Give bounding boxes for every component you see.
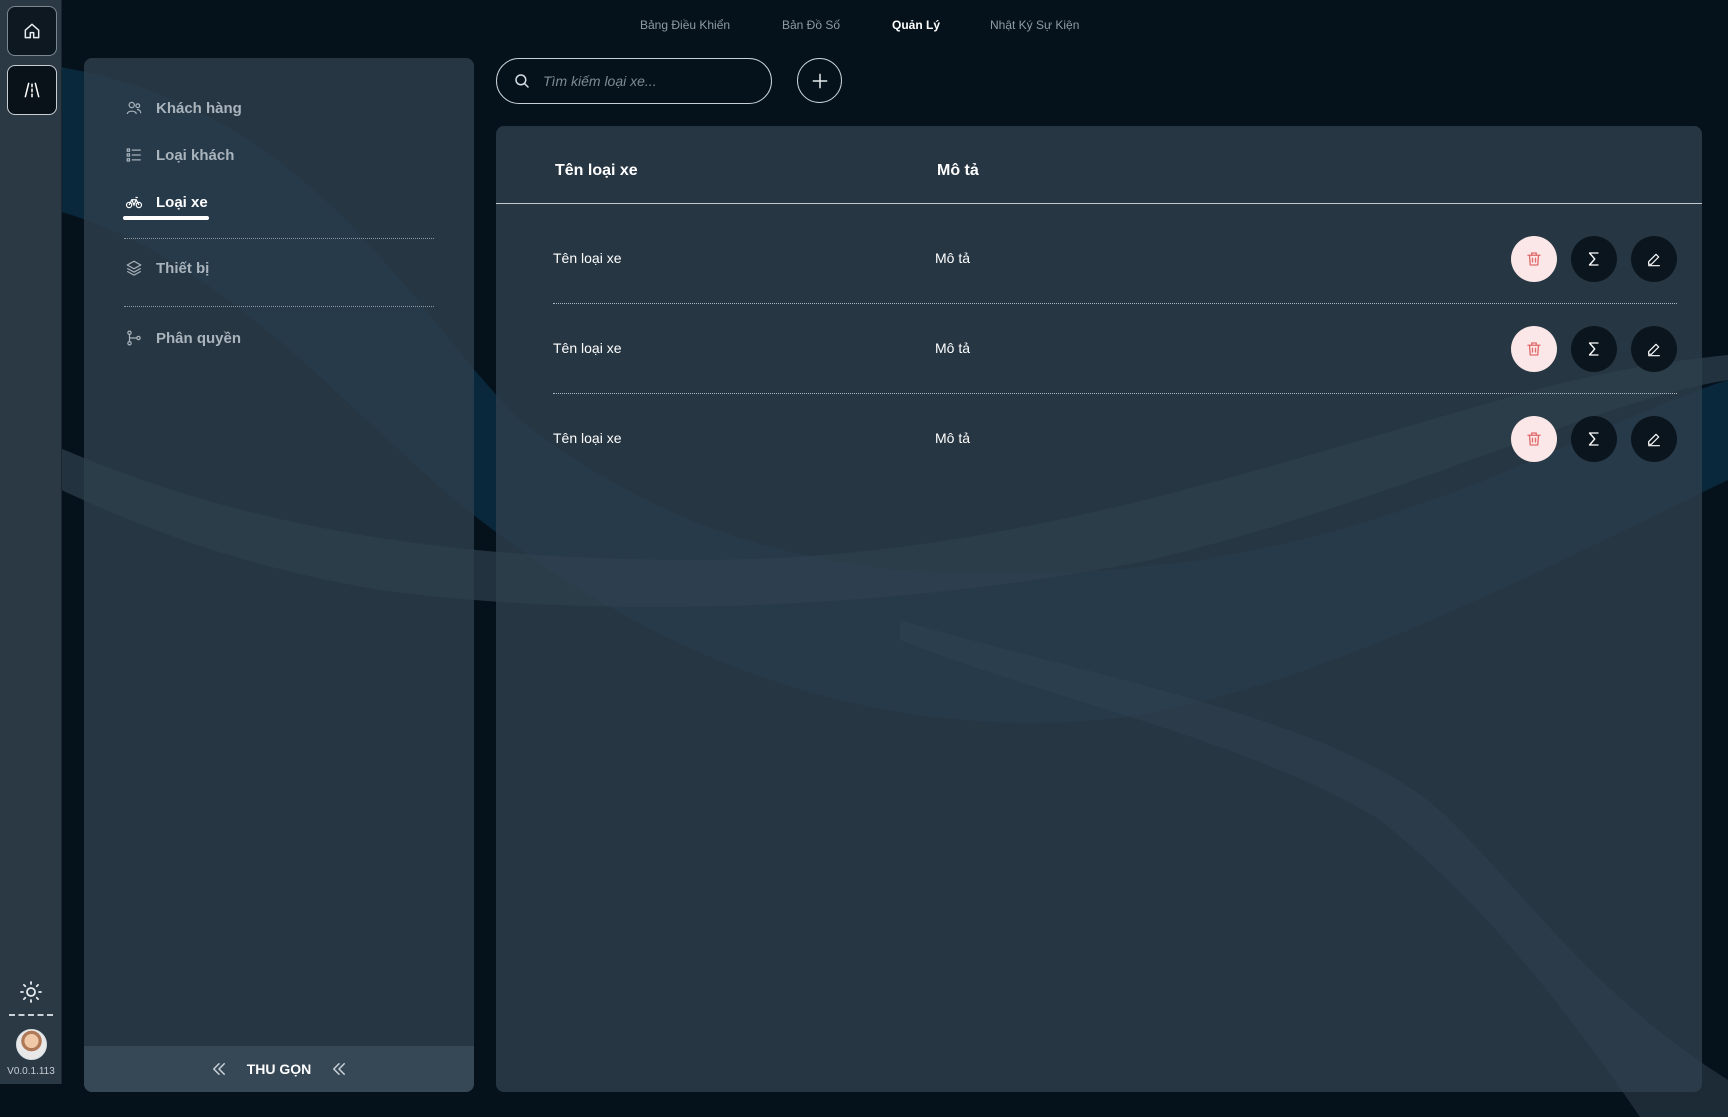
sidebar-item-label: Loại xe (156, 193, 208, 211)
sidebar-divider (124, 306, 434, 307)
summary-button[interactable] (1571, 236, 1617, 282)
layers-icon (124, 258, 144, 278)
sun-icon[interactable] (19, 980, 43, 1004)
search-box (496, 58, 772, 104)
sigma-icon (1588, 432, 1599, 446)
plus-icon (812, 73, 827, 88)
cell-name: Tên loại xe (553, 250, 622, 266)
version-label: V0.0.1.113 (7, 1066, 55, 1077)
delete-button[interactable] (1511, 326, 1557, 372)
sidebar-item-vehicle-types[interactable]: Loại xe (124, 192, 208, 212)
collapse-button[interactable]: THU GỌN (84, 1046, 474, 1092)
add-button[interactable] (797, 58, 842, 103)
edit-button[interactable] (1631, 326, 1677, 372)
pencil-icon (1648, 343, 1660, 357)
search-input[interactable] (543, 73, 743, 89)
delete-button[interactable] (1511, 236, 1557, 282)
active-indicator (123, 216, 209, 220)
chevrons-left-icon (212, 1063, 225, 1075)
summary-button[interactable] (1571, 326, 1617, 372)
search-icon (515, 74, 529, 88)
vehicle-type-table: Tên loại xe Mô tả Tên loại xe Mô tả Tên … (496, 126, 1702, 1092)
cell-name: Tên loại xe (553, 340, 622, 356)
left-rail: V0.0.1.113 (0, 0, 62, 1084)
sidebar-item-devices[interactable]: Thiết bị (124, 258, 209, 278)
bicycle-icon (124, 192, 144, 212)
tab-event-log[interactable]: Nhật Ký Sự Kiện (990, 16, 1079, 34)
tab-dashboard[interactable]: Bảng Điều Khiển (640, 16, 730, 34)
road-icon (24, 82, 40, 98)
table-row: Tên loại xe Mô tả (496, 214, 1702, 304)
tab-digital-map[interactable]: Bản Đồ Số (782, 16, 840, 34)
tab-dashboard-label: Bảng Điều Khiển (640, 18, 731, 32)
trash-icon (1527, 342, 1541, 356)
trash-icon (1527, 432, 1541, 446)
cell-description: Mô tả (935, 250, 971, 266)
delete-button[interactable] (1511, 416, 1557, 462)
avatar[interactable] (16, 1029, 47, 1060)
cell-name: Tên loại xe (553, 430, 622, 446)
sidebar-item-label: Khách hàng (156, 99, 242, 117)
branch-icon (124, 328, 144, 348)
tab-digital-map-label: Bản Đồ Số (782, 18, 841, 32)
sigma-icon (1588, 342, 1599, 356)
cell-description: Mô tả (935, 340, 971, 356)
tab-event-log-label: Nhật Ký Sự Kiện (990, 18, 1080, 32)
sidebar-item-label: Thiết bị (156, 259, 210, 277)
chevrons-left-icon (333, 1063, 346, 1075)
tab-management-label: Quản Lý (892, 18, 941, 32)
table-header: Tên loại xe Mô tả (496, 126, 1702, 204)
sidebar-divider (124, 238, 434, 239)
table-row: Tên loại xe Mô tả (496, 394, 1702, 484)
cell-description: Mô tả (935, 430, 971, 446)
app-page: V0.0.1.113 Bảng Điều Khiển Bản Đồ Số Quả… (0, 0, 1728, 1117)
sidebar-item-label: Loại khách (156, 146, 235, 164)
pencil-icon (1648, 433, 1660, 447)
sigma-icon (1588, 252, 1599, 266)
list-icon (124, 145, 144, 165)
users-icon (124, 98, 144, 118)
edit-button[interactable] (1631, 416, 1677, 462)
road-button[interactable] (7, 65, 57, 115)
tab-management[interactable]: Quản Lý (892, 16, 940, 34)
table-row: Tên loại xe Mô tả (496, 304, 1702, 394)
edit-button[interactable] (1631, 236, 1677, 282)
column-header-name: Tên loại xe (555, 162, 638, 179)
sidebar-item-customer-types[interactable]: Loại khách (124, 145, 234, 165)
collapse-label: THU GỌN (246, 1061, 312, 1077)
sidebar-item-label: Phân quyền (156, 329, 242, 347)
sidebar: Khách hàng Loại khách Loại xe Thiết bị P… (84, 58, 474, 1092)
sidebar-item-customers[interactable]: Khách hàng (124, 98, 242, 118)
trash-icon (1527, 252, 1541, 266)
summary-button[interactable] (1571, 416, 1617, 462)
column-header-description: Mô tả (937, 162, 979, 179)
home-icon (24, 23, 40, 39)
rail-divider (9, 1014, 53, 1016)
home-button[interactable] (7, 6, 57, 56)
sidebar-item-permissions[interactable]: Phân quyền (124, 328, 241, 348)
pencil-icon (1648, 253, 1660, 267)
